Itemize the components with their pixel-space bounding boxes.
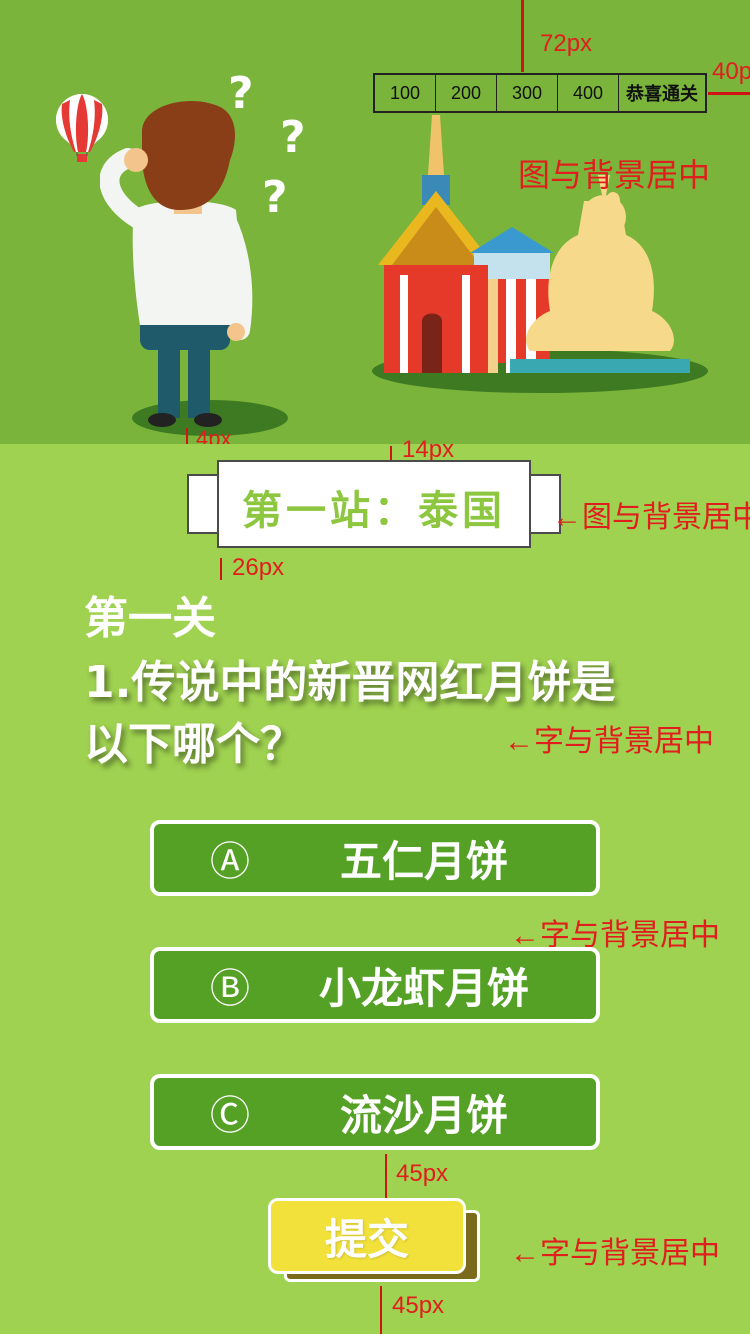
annotation-image-centered-1: 图与背景居中 <box>518 157 711 193</box>
annotation-left-4: 4px <box>196 426 232 444</box>
progress-cell-400[interactable]: 400 <box>558 75 619 111</box>
option-a-label: 五仁月饼 <box>339 836 508 886</box>
annotation-gap-26: 26px <box>232 554 285 581</box>
option-b-button[interactable]: Ⓑ 小龙虾月饼 <box>150 947 600 1023</box>
option-a-button[interactable]: Ⓐ 五仁月饼 <box>150 820 600 896</box>
question-line-1: 1.传说中的新晋网红月饼是 <box>84 657 616 708</box>
progress-cell-200[interactable]: 200 <box>436 75 497 111</box>
annotation-text-centered-1: ←字与背景居中 <box>504 725 714 758</box>
station-title: 第一站：泰国 <box>242 488 506 534</box>
annotation-text-centered-3: ←字与背景居中 <box>510 1237 720 1270</box>
annotation-gap-45a: 45px <box>396 1160 449 1187</box>
progress-cell-100[interactable]: 100 <box>375 75 436 111</box>
thinking-man-illustration <box>100 100 288 436</box>
submit-button[interactable]: 提交 <box>268 1198 466 1274</box>
station-banner: 第一站：泰国 <box>187 460 561 548</box>
progress-cell-300[interactable]: 300 <box>497 75 558 111</box>
progress-cell-complete[interactable]: 恭喜通关 <box>619 75 705 111</box>
header-illustration: ? ? ? 72px 40p 图与背景居中 100 200 300 400 恭喜… <box>0 0 750 444</box>
annotation-top-72: 72px <box>540 30 593 57</box>
annotation-gap-45b: 45px <box>392 1292 445 1319</box>
option-c-label: 流沙月饼 <box>339 1090 508 1140</box>
option-c-button[interactable]: Ⓒ 流沙月饼 <box>150 1074 600 1150</box>
annotation-image-centered-2: ←图与背景居中 <box>552 501 750 534</box>
option-b-label: 小龙虾月饼 <box>318 963 529 1013</box>
level-progress-bar: 100 200 300 400 恭喜通关 <box>373 73 707 113</box>
annotation-right-40: 40px <box>712 58 750 85</box>
level-title: 第一关 <box>84 593 216 644</box>
